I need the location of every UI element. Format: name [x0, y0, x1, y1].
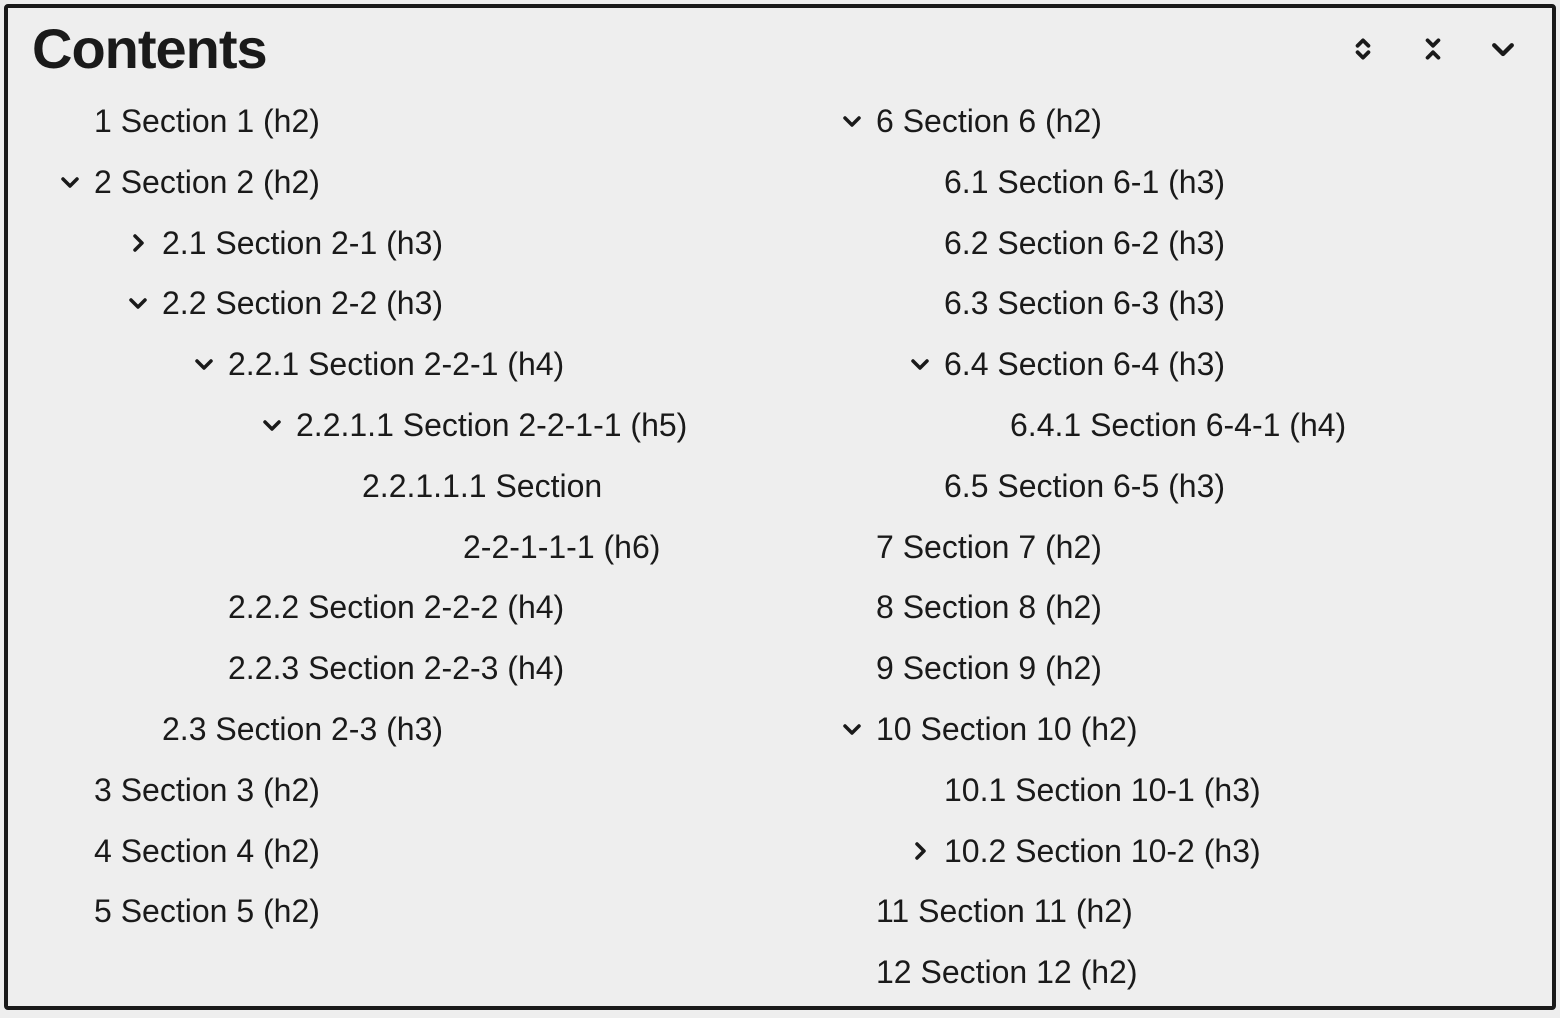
toc-item[interactable]: 10.2 Section 10-2 (h3): [810, 821, 1532, 882]
contents-header: Contents: [8, 8, 1552, 81]
toc-item[interactable]: 12 Section 12 (h2): [810, 942, 1532, 1003]
toc-item[interactable]: 10 Section 10 (h2): [810, 699, 1532, 760]
contents-column-1: 1 Section 1 (h2)2 Section 2 (h2)2.1 Sect…: [28, 91, 750, 1003]
toc-item[interactable]: 7 Section 7 (h2): [810, 517, 1532, 578]
toc-item-label: 1 Section 1 (h2): [94, 91, 320, 152]
chevron-down-icon[interactable]: [118, 283, 158, 323]
chevron-down-icon[interactable]: [184, 344, 224, 384]
chevron-right-icon[interactable]: [118, 223, 158, 263]
toc-item[interactable]: 8 Section 8 (h2): [810, 577, 1532, 638]
toc-item-label: 5 Section 5 (h2): [94, 881, 320, 942]
toc-item[interactable]: 2.2 Section 2-2 (h3): [28, 273, 750, 334]
toc-item[interactable]: 2-2-1-1-1 (h6): [28, 517, 750, 578]
toc-item[interactable]: 1 Section 1 (h2): [28, 91, 750, 152]
chevron-down-icon[interactable]: [832, 101, 872, 141]
toc-item-label: 12 Section 12 (h2): [876, 942, 1138, 1003]
toc-item[interactable]: 6.4 Section 6-4 (h3): [810, 334, 1532, 395]
toc-item-label: 2.2.2 Section 2-2-2 (h4): [228, 577, 564, 638]
collapse-all-icon[interactable]: [1418, 34, 1448, 64]
toc-item[interactable]: 3 Section 3 (h2): [28, 760, 750, 821]
toc-item[interactable]: 9 Section 9 (h2): [810, 638, 1532, 699]
toc-item[interactable]: 6.3 Section 6-3 (h3): [810, 273, 1532, 334]
toc-item-label: 2.1 Section 2-1 (h3): [162, 213, 443, 274]
contents-column-2: 6 Section 6 (h2)6.1 Section 6-1 (h3)6.2 …: [810, 91, 1532, 1003]
toc-item-label: 9 Section 9 (h2): [876, 638, 1102, 699]
toc-item-label: 10.2 Section 10-2 (h3): [944, 821, 1261, 882]
toc-item-label: 6.4 Section 6-4 (h3): [944, 334, 1225, 395]
toc-item-label: 2.3 Section 2-3 (h3): [162, 699, 443, 760]
chevron-down-icon[interactable]: [832, 709, 872, 749]
toc-item-label: 3 Section 3 (h2): [94, 760, 320, 821]
chevron-down-icon[interactable]: [50, 162, 90, 202]
toc-item-label: 2.2 Section 2-2 (h3): [162, 273, 443, 334]
toc-item-label: 10.1 Section 10-1 (h3): [944, 760, 1261, 821]
toc-item-label: 2.2.1 Section 2-2-1 (h4): [228, 334, 564, 395]
toc-item-label: 10 Section 10 (h2): [876, 699, 1138, 760]
toc-item[interactable]: 2.2.3 Section 2-2-3 (h4): [28, 638, 750, 699]
toc-item[interactable]: 6.1 Section 6-1 (h3): [810, 152, 1532, 213]
toc-item-label: 6.1 Section 6-1 (h3): [944, 152, 1225, 213]
toc-item-label: 11 Section 11 (h2): [876, 881, 1133, 942]
toc-item-label: 7 Section 7 (h2): [876, 517, 1102, 578]
toc-item-label: 2.2.1.1.1 Section: [362, 456, 602, 517]
toc-item[interactable]: 11 Section 11 (h2): [810, 881, 1532, 942]
toc-item[interactable]: 10.1 Section 10-1 (h3): [810, 760, 1532, 821]
toc-item[interactable]: 6.2 Section 6-2 (h3): [810, 213, 1532, 274]
toc-item-label: 6.2 Section 6-2 (h3): [944, 213, 1225, 274]
toc-item[interactable]: 2.2.1.1.1 Section: [28, 456, 750, 517]
toc-item-label: 2.2.3 Section 2-2-3 (h4): [228, 638, 564, 699]
toc-item[interactable]: 2.2.2 Section 2-2-2 (h4): [28, 577, 750, 638]
toc-item-label: 2-2-1-1-1 (h6): [463, 517, 660, 578]
toc-item[interactable]: 2 Section 2 (h2): [28, 152, 750, 213]
chevron-down-icon[interactable]: [1488, 34, 1518, 64]
toc-item-label: 6.4.1 Section 6-4-1 (h4): [1010, 395, 1346, 456]
toc-item-label: 6.3 Section 6-3 (h3): [944, 273, 1225, 334]
contents-title: Contents: [32, 16, 1348, 81]
chevron-down-icon[interactable]: [252, 405, 292, 445]
header-controls: [1348, 34, 1528, 64]
toc-item-label: 4 Section 4 (h2): [94, 821, 320, 882]
expand-all-icon[interactable]: [1348, 34, 1378, 64]
toc-item-label: 2 Section 2 (h2): [94, 152, 320, 213]
toc-item[interactable]: 4 Section 4 (h2): [28, 821, 750, 882]
toc-item-label: 2.2.1.1 Section 2-2-1-1 (h5): [296, 395, 687, 456]
toc-item[interactable]: 2.2.1 Section 2-2-1 (h4): [28, 334, 750, 395]
toc-item[interactable]: 2.2.1.1 Section 2-2-1-1 (h5): [28, 395, 750, 456]
toc-item[interactable]: 6.5 Section 6-5 (h3): [810, 456, 1532, 517]
chevron-right-icon[interactable]: [900, 831, 940, 871]
toc-item-label: 6 Section 6 (h2): [876, 91, 1102, 152]
contents-panel: Contents 1 Section 1 (h2)2 Section 2 (h2…: [4, 4, 1556, 1010]
toc-item-label: 6.5 Section 6-5 (h3): [944, 456, 1225, 517]
toc-item[interactable]: 5 Section 5 (h2): [28, 881, 750, 942]
toc-item-label: 8 Section 8 (h2): [876, 577, 1102, 638]
contents-body: 1 Section 1 (h2)2 Section 2 (h2)2.1 Sect…: [8, 81, 1552, 1010]
toc-item[interactable]: 6 Section 6 (h2): [810, 91, 1532, 152]
chevron-down-icon[interactable]: [900, 344, 940, 384]
toc-item[interactable]: 2.3 Section 2-3 (h3): [28, 699, 750, 760]
toc-item[interactable]: 6.4.1 Section 6-4-1 (h4): [810, 395, 1532, 456]
toc-item[interactable]: 2.1 Section 2-1 (h3): [28, 213, 750, 274]
